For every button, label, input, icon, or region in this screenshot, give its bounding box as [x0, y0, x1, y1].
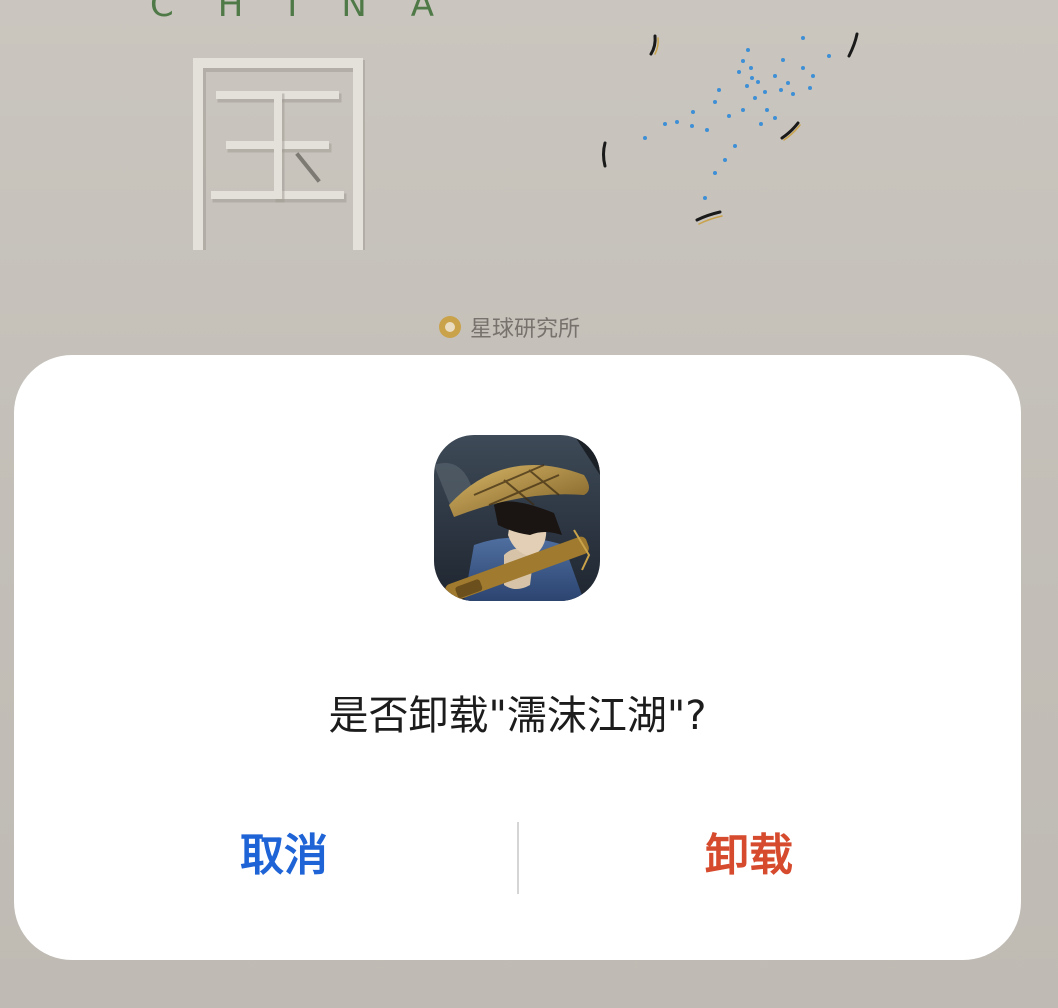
cancel-button[interactable]: 取消	[134, 815, 434, 887]
uninstall-button[interactable]: 卸载	[599, 815, 899, 887]
swordsman-game-app-icon	[434, 435, 600, 601]
credit-label: 星球研究所	[470, 317, 581, 342]
constellation-illustration	[602, 32, 859, 225]
wallpaper-credit: 星球研究所	[438, 312, 580, 342]
wallpaper-china-text: CHINA	[150, 0, 479, 25]
button-divider	[517, 822, 519, 894]
uninstall-prompt: 是否卸载"濡沫江湖"?	[328, 693, 707, 739]
guo-character-emboss	[193, 58, 365, 250]
uninstall-dialog: 是否卸载"濡沫江湖"? 取消 卸载	[14, 355, 1021, 960]
planet-logo-icon	[439, 316, 461, 338]
